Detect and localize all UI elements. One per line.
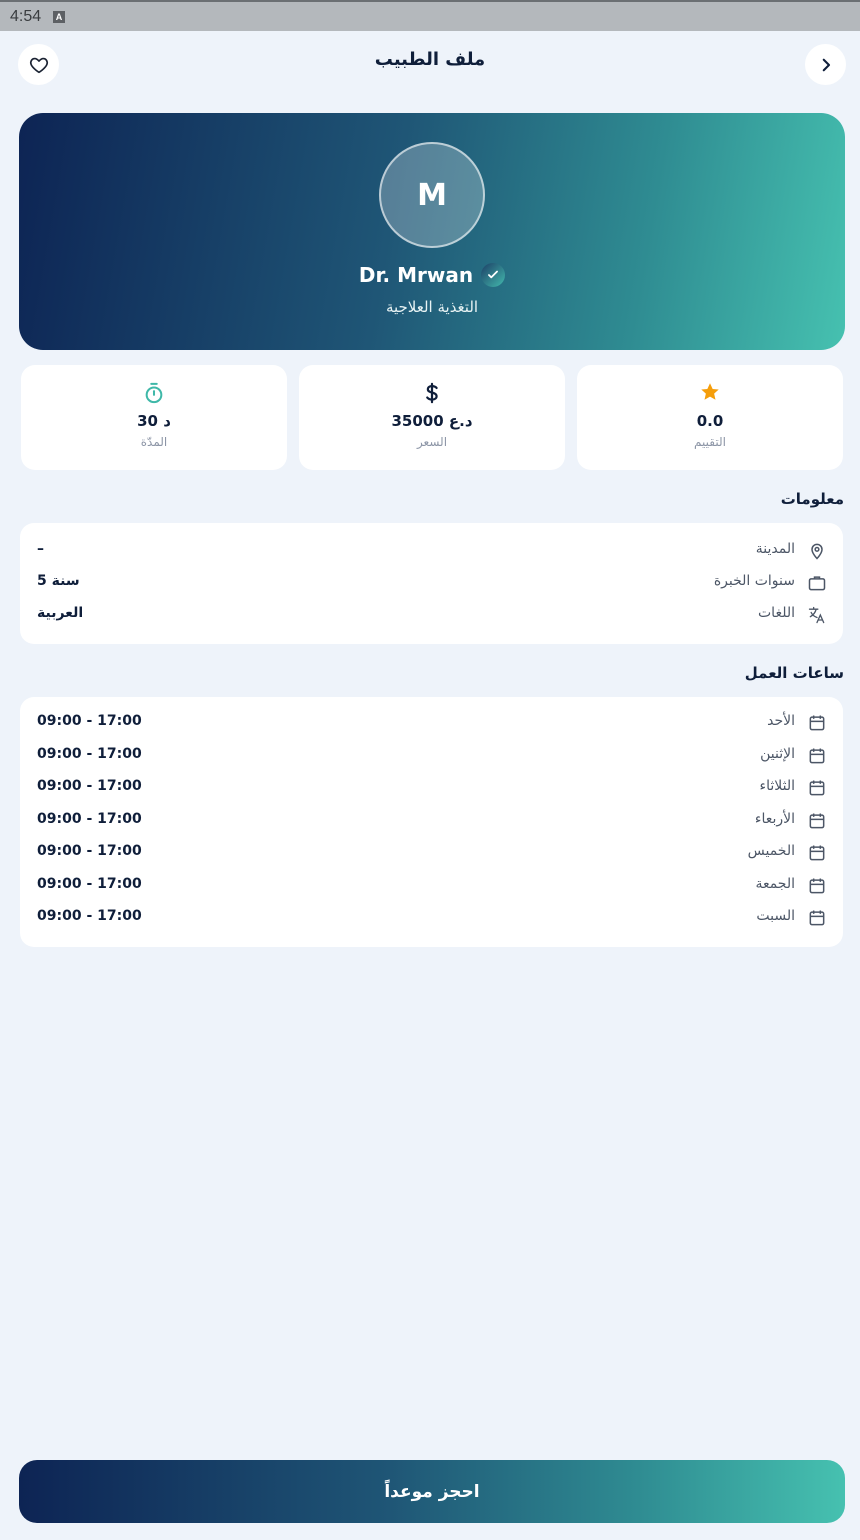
- hours-row: الأربعاء 09:00 - 17:00: [20, 809, 843, 833]
- day-label: الثلاثاء: [759, 778, 795, 794]
- info-value: –: [37, 541, 44, 557]
- info-value: العربية: [37, 605, 84, 621]
- calendar-icon: [809, 878, 825, 894]
- briefcase-icon: [808, 576, 826, 591]
- hours-card: الأحد 09:00 - 17:00 الإثنين 09:00 - 17:0…: [20, 697, 843, 947]
- hours-section-title: ساعات العمل: [744, 664, 844, 682]
- info-card: المدينة – سنوات الخبرة 5 سنة اللغات العر…: [20, 523, 843, 644]
- day-time: 09:00 - 17:00: [37, 778, 142, 794]
- day-time: 09:00 - 17:00: [37, 843, 142, 859]
- doctor-specialty: التغذية العلاجية: [385, 298, 479, 316]
- calendar-icon: [809, 845, 825, 861]
- price-label: السعر: [416, 435, 448, 449]
- info-label: اللغات: [758, 605, 795, 621]
- avatar: M: [379, 142, 485, 248]
- rating-label: التقييم: [694, 435, 726, 449]
- hours-row: الإثنين 09:00 - 17:00: [20, 744, 843, 768]
- day-time: 09:00 - 17:00: [37, 908, 142, 924]
- info-row-city: المدينة –: [20, 539, 843, 563]
- price-value: 35000 د.ع: [391, 412, 473, 430]
- app-header: ملف الطبيب: [0, 31, 860, 93]
- day-label: الأربعاء: [754, 811, 795, 827]
- day-label: الجمعة: [755, 876, 795, 892]
- rating-value: 0.0: [696, 412, 724, 430]
- hours-row: السبت 09:00 - 17:00: [20, 906, 843, 930]
- day-time: 09:00 - 17:00: [37, 746, 142, 762]
- info-section-title: معلومات: [780, 490, 844, 508]
- duration-stat: 30 د المدّة: [21, 365, 287, 470]
- hours-row: الخميس 09:00 - 17:00: [20, 841, 843, 865]
- verified-icon: [481, 263, 506, 287]
- info-row-experience: سنوات الخبرة 5 سنة: [20, 571, 843, 595]
- doctor-name-row: Dr. Mrwan: [19, 263, 845, 287]
- dollar-icon: [426, 382, 438, 404]
- hours-row: الجمعة 09:00 - 17:00: [20, 874, 843, 898]
- duration-value: 30 د: [137, 412, 171, 430]
- status-bar: 4:54 A: [0, 0, 860, 31]
- info-label: المدينة: [755, 541, 795, 557]
- calendar-icon: [809, 910, 825, 926]
- hours-row: الثلاثاء 09:00 - 17:00: [20, 776, 843, 800]
- day-label: السبت: [756, 908, 795, 924]
- day-label: الخميس: [747, 843, 795, 859]
- hours-row: الأحد 09:00 - 17:00: [20, 711, 843, 735]
- back-button[interactable]: [805, 44, 846, 85]
- calendar-icon: [809, 715, 825, 731]
- calendar-icon: [809, 780, 825, 796]
- calendar-icon: [809, 748, 825, 764]
- calendar-icon: [809, 813, 825, 829]
- page-title: ملف الطبيب: [374, 49, 486, 70]
- profile-card: M Dr. Mrwan التغذية العلاجية: [19, 113, 845, 350]
- status-time: 4:54: [10, 8, 42, 25]
- info-row-languages: اللغات العربية: [20, 603, 843, 627]
- translate-icon: [808, 606, 825, 624]
- notification-icon: A: [53, 11, 65, 23]
- rating-stat: 0.0 التقييم: [577, 365, 843, 470]
- book-appointment-button[interactable]: احجز موعداً: [19, 1460, 845, 1523]
- info-label: سنوات الخبرة: [713, 573, 795, 589]
- day-time: 09:00 - 17:00: [37, 876, 142, 892]
- day-time: 09:00 - 17:00: [37, 713, 142, 729]
- info-value: 5 سنة: [37, 573, 80, 589]
- chevron-icon: [822, 58, 830, 71]
- location-icon: [811, 543, 823, 560]
- day-label: الأحد: [767, 713, 795, 729]
- day-time: 09:00 - 17:00: [37, 811, 142, 827]
- price-stat: 35000 د.ع السعر: [299, 365, 565, 470]
- doctor-name: Dr. Mrwan: [358, 263, 474, 287]
- day-label: الإثنين: [760, 746, 795, 762]
- duration-label: المدّة: [140, 435, 168, 449]
- timer-icon: [145, 382, 163, 404]
- star-icon: [701, 383, 719, 400]
